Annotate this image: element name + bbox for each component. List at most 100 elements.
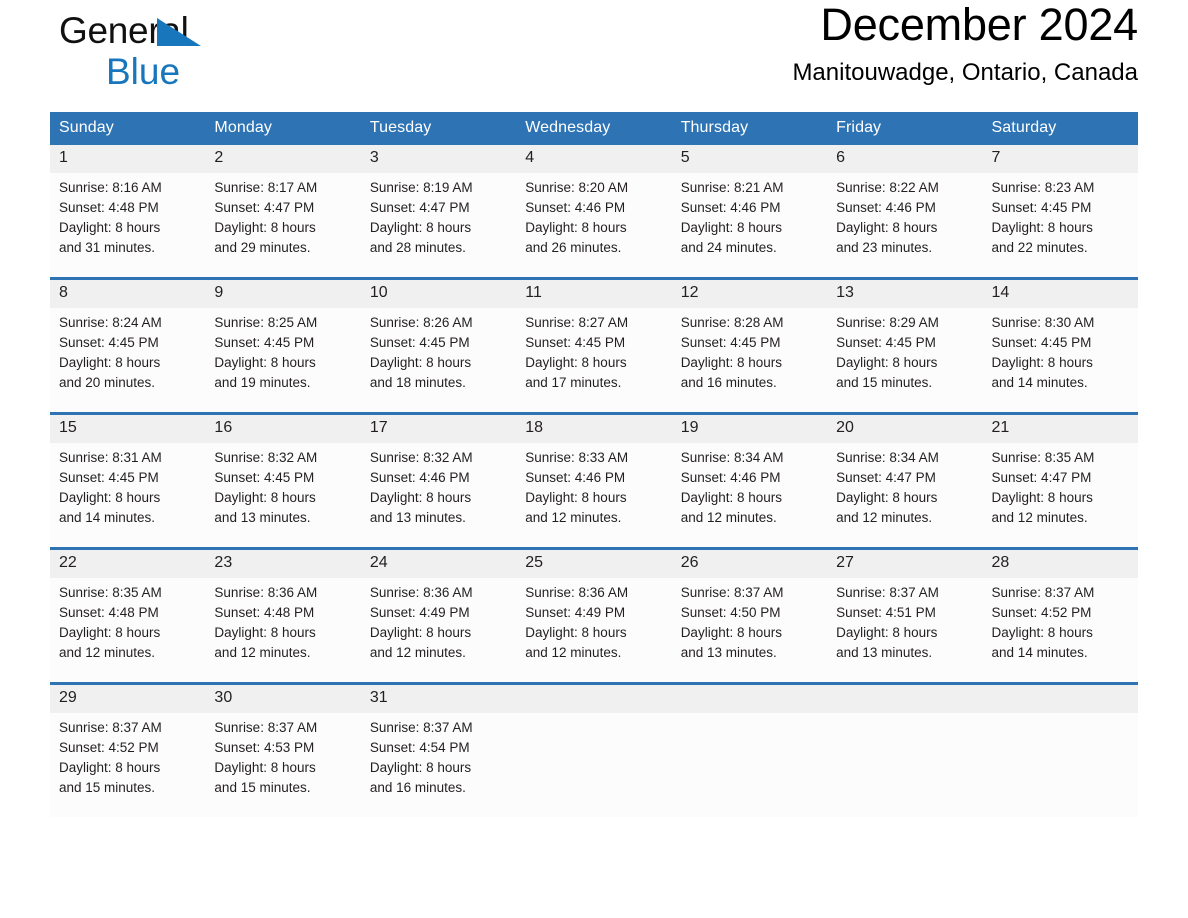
week-detail-row: Sunrise: 8:31 AM Sunset: 4:45 PM Daylight:…: [50, 443, 1138, 547]
day-detail-cell[interactable]: Sunrise: 8:31 AM Sunset: 4:45 PM Daylight:…: [50, 443, 206, 547]
sunrise-text: Sunrise: 8:36 AM: [525, 585, 629, 600]
daylight-text-line1: Daylight: 8 hours: [525, 220, 627, 235]
sunrise-text: Sunrise: 8:28 AM: [680, 315, 784, 330]
week-detail-row: Sunrise: 8:37 AM Sunset: 4:52 PM Daylight:…: [50, 713, 1138, 817]
day-number-cell[interactable]: 6: [827, 145, 983, 173]
day-detail-cell[interactable]: Sunrise: 8:17 AM Sunset: 4:47 PM Daylight:…: [205, 173, 361, 277]
day-number-cell[interactable]: 15: [50, 415, 206, 443]
weekday-header-monday: Monday: [205, 112, 361, 145]
day-number-cell[interactable]: 20: [827, 415, 983, 443]
day-number-cell[interactable]: 2: [205, 145, 361, 173]
day-number-cell[interactable]: 23: [205, 550, 361, 578]
day-number-cell[interactable]: 24: [360, 550, 517, 578]
day-number-cell[interactable]: 4: [516, 145, 672, 173]
day-number-cell[interactable]: 19: [671, 415, 828, 443]
day-detail-cell[interactable]: Sunrise: 8:23 AM Sunset: 4:45 PM Daylight:…: [982, 173, 1138, 277]
day-detail-cell[interactable]: Sunrise: 8:27 AM Sunset: 4:45 PM Daylight:…: [516, 308, 672, 412]
day-detail-cell[interactable]: Sunrise: 8:29 AM Sunset: 4:45 PM Daylight:…: [827, 308, 983, 412]
day-detail-cell[interactable]: Sunrise: 8:28 AM Sunset: 4:45 PM Daylight:…: [671, 308, 828, 412]
day-detail-cell[interactable]: Sunrise: 8:37 AM Sunset: 4:54 PM Daylight:…: [360, 713, 517, 817]
day-detail-cell[interactable]: Sunrise: 8:36 AM Sunset: 4:48 PM Daylight:…: [205, 578, 361, 682]
day-detail-cell[interactable]: Sunrise: 8:37 AM Sunset: 4:50 PM Daylight:…: [671, 578, 828, 682]
sunrise-text: Sunrise: 8:37 AM: [59, 720, 162, 735]
daylight-text-line1: Daylight: 8 hours: [991, 220, 1093, 235]
empty-day-number-cell: [982, 685, 1138, 713]
daylight-text-line2: and 12 minutes.: [59, 645, 156, 660]
day-detail-cell[interactable]: Sunrise: 8:35 AM Sunset: 4:48 PM Daylight:…: [50, 578, 206, 682]
day-number-cell[interactable]: 18: [516, 415, 672, 443]
day-detail-cell[interactable]: Sunrise: 8:34 AM Sunset: 4:47 PM Daylight:…: [827, 443, 983, 547]
daylight-text-line1: Daylight: 8 hours: [991, 355, 1093, 370]
day-number-cell[interactable]: 30: [205, 685, 361, 713]
day-detail-cell[interactable]: Sunrise: 8:32 AM Sunset: 4:46 PM Daylight:…: [360, 443, 517, 547]
day-number-cell[interactable]: 9: [205, 280, 361, 308]
sunrise-text: Sunrise: 8:30 AM: [991, 315, 1095, 330]
daylight-text-line1: Daylight: 8 hours: [59, 490, 161, 505]
day-number-cell[interactable]: 14: [982, 280, 1138, 308]
day-number-cell[interactable]: 13: [827, 280, 983, 308]
general-blue-logo: General Blue: [59, 12, 319, 90]
daylight-text-line2: and 18 minutes.: [369, 375, 466, 390]
day-detail-cell[interactable]: Sunrise: 8:32 AM Sunset: 4:45 PM Daylight:…: [205, 443, 361, 547]
daylight-text-line1: Daylight: 8 hours: [214, 220, 316, 235]
sunset-text: Sunset: 4:46 PM: [836, 200, 936, 215]
day-detail-cell[interactable]: Sunrise: 8:36 AM Sunset: 4:49 PM Daylight:…: [360, 578, 517, 682]
day-number-cell[interactable]: 3: [360, 145, 517, 173]
day-number-cell[interactable]: 27: [827, 550, 983, 578]
day-detail-cell[interactable]: Sunrise: 8:25 AM Sunset: 4:45 PM Daylight:…: [205, 308, 361, 412]
day-detail-cell[interactable]: Sunrise: 8:36 AM Sunset: 4:49 PM Daylight:…: [516, 578, 672, 682]
day-number-cell[interactable]: 12: [671, 280, 828, 308]
day-detail-cell[interactable]: Sunrise: 8:24 AM Sunset: 4:45 PM Daylight:…: [50, 308, 206, 412]
daylight-text-line1: Daylight: 8 hours: [525, 490, 627, 505]
daylight-text-line2: and 23 minutes.: [836, 240, 933, 255]
week-detail-row: Sunrise: 8:16 AM Sunset: 4:48 PM Daylight:…: [50, 173, 1138, 277]
day-detail-cell[interactable]: Sunrise: 8:34 AM Sunset: 4:46 PM Daylight:…: [671, 443, 828, 547]
daylight-text-line2: and 22 minutes.: [991, 240, 1088, 255]
page-title: December 2024: [820, 0, 1138, 50]
day-number-cell[interactable]: 17: [360, 415, 517, 443]
sunrise-text: Sunrise: 8:32 AM: [369, 450, 473, 465]
day-number-cell[interactable]: 1: [50, 145, 206, 173]
week-daynumber-row: 29 30 31: [50, 685, 1138, 713]
daylight-text-line2: and 12 minutes.: [369, 645, 466, 660]
day-number-cell[interactable]: 29: [50, 685, 206, 713]
day-detail-cell[interactable]: Sunrise: 8:21 AM Sunset: 4:46 PM Daylight:…: [671, 173, 828, 277]
day-number-cell[interactable]: 28: [982, 550, 1138, 578]
daylight-text-line1: Daylight: 8 hours: [214, 355, 316, 370]
day-detail-cell[interactable]: Sunrise: 8:35 AM Sunset: 4:47 PM Daylight:…: [982, 443, 1138, 547]
day-number-cell[interactable]: 11: [516, 280, 672, 308]
sunset-text: Sunset: 4:54 PM: [369, 740, 470, 755]
day-number-cell[interactable]: 31: [360, 685, 517, 713]
day-detail-cell[interactable]: Sunrise: 8:19 AM Sunset: 4:47 PM Daylight:…: [360, 173, 517, 277]
empty-day-number-cell: [671, 685, 828, 713]
day-number-cell[interactable]: 7: [982, 145, 1138, 173]
sunrise-text: Sunrise: 8:34 AM: [836, 450, 939, 465]
day-number-cell[interactable]: 21: [982, 415, 1138, 443]
day-detail-cell[interactable]: Sunrise: 8:26 AM Sunset: 4:45 PM Daylight:…: [360, 308, 517, 412]
day-detail-cell[interactable]: Sunrise: 8:37 AM Sunset: 4:52 PM Daylight:…: [982, 578, 1138, 682]
day-detail-cell[interactable]: Sunrise: 8:37 AM Sunset: 4:53 PM Daylight:…: [205, 713, 361, 817]
day-number-cell[interactable]: 10: [360, 280, 517, 308]
sunset-text: Sunset: 4:48 PM: [59, 605, 159, 620]
day-number-cell[interactable]: 8: [50, 280, 206, 308]
sunrise-text: Sunrise: 8:19 AM: [369, 180, 473, 195]
day-detail-cell[interactable]: Sunrise: 8:30 AM Sunset: 4:45 PM Daylight:…: [982, 308, 1138, 412]
weekday-header-tuesday: Tuesday: [360, 112, 517, 145]
empty-day-cell: [827, 713, 983, 817]
daylight-text-line2: and 15 minutes.: [214, 780, 311, 795]
daylight-text-line1: Daylight: 8 hours: [525, 625, 627, 640]
day-number-cell[interactable]: 25: [516, 550, 672, 578]
day-number-cell[interactable]: 5: [671, 145, 828, 173]
day-detail-cell[interactable]: Sunrise: 8:16 AM Sunset: 4:48 PM Daylight:…: [50, 173, 206, 277]
empty-day-cell: [516, 713, 672, 817]
day-detail-cell[interactable]: Sunrise: 8:20 AM Sunset: 4:46 PM Daylight:…: [516, 173, 672, 277]
day-number-cell[interactable]: 16: [205, 415, 361, 443]
day-detail-cell[interactable]: Sunrise: 8:33 AM Sunset: 4:46 PM Daylight:…: [516, 443, 672, 547]
day-detail-cell[interactable]: Sunrise: 8:37 AM Sunset: 4:52 PM Daylight:…: [50, 713, 206, 817]
day-number-cell[interactable]: 26: [671, 550, 828, 578]
sunset-text: Sunset: 4:45 PM: [680, 335, 781, 350]
day-detail-cell[interactable]: Sunrise: 8:37 AM Sunset: 4:51 PM Daylight:…: [827, 578, 983, 682]
calendar-header-row: Sunday Monday Tuesday Wednesday Thursday…: [50, 112, 1138, 145]
day-number-cell[interactable]: 22: [50, 550, 206, 578]
day-detail-cell[interactable]: Sunrise: 8:22 AM Sunset: 4:46 PM Daylight:…: [827, 173, 983, 277]
